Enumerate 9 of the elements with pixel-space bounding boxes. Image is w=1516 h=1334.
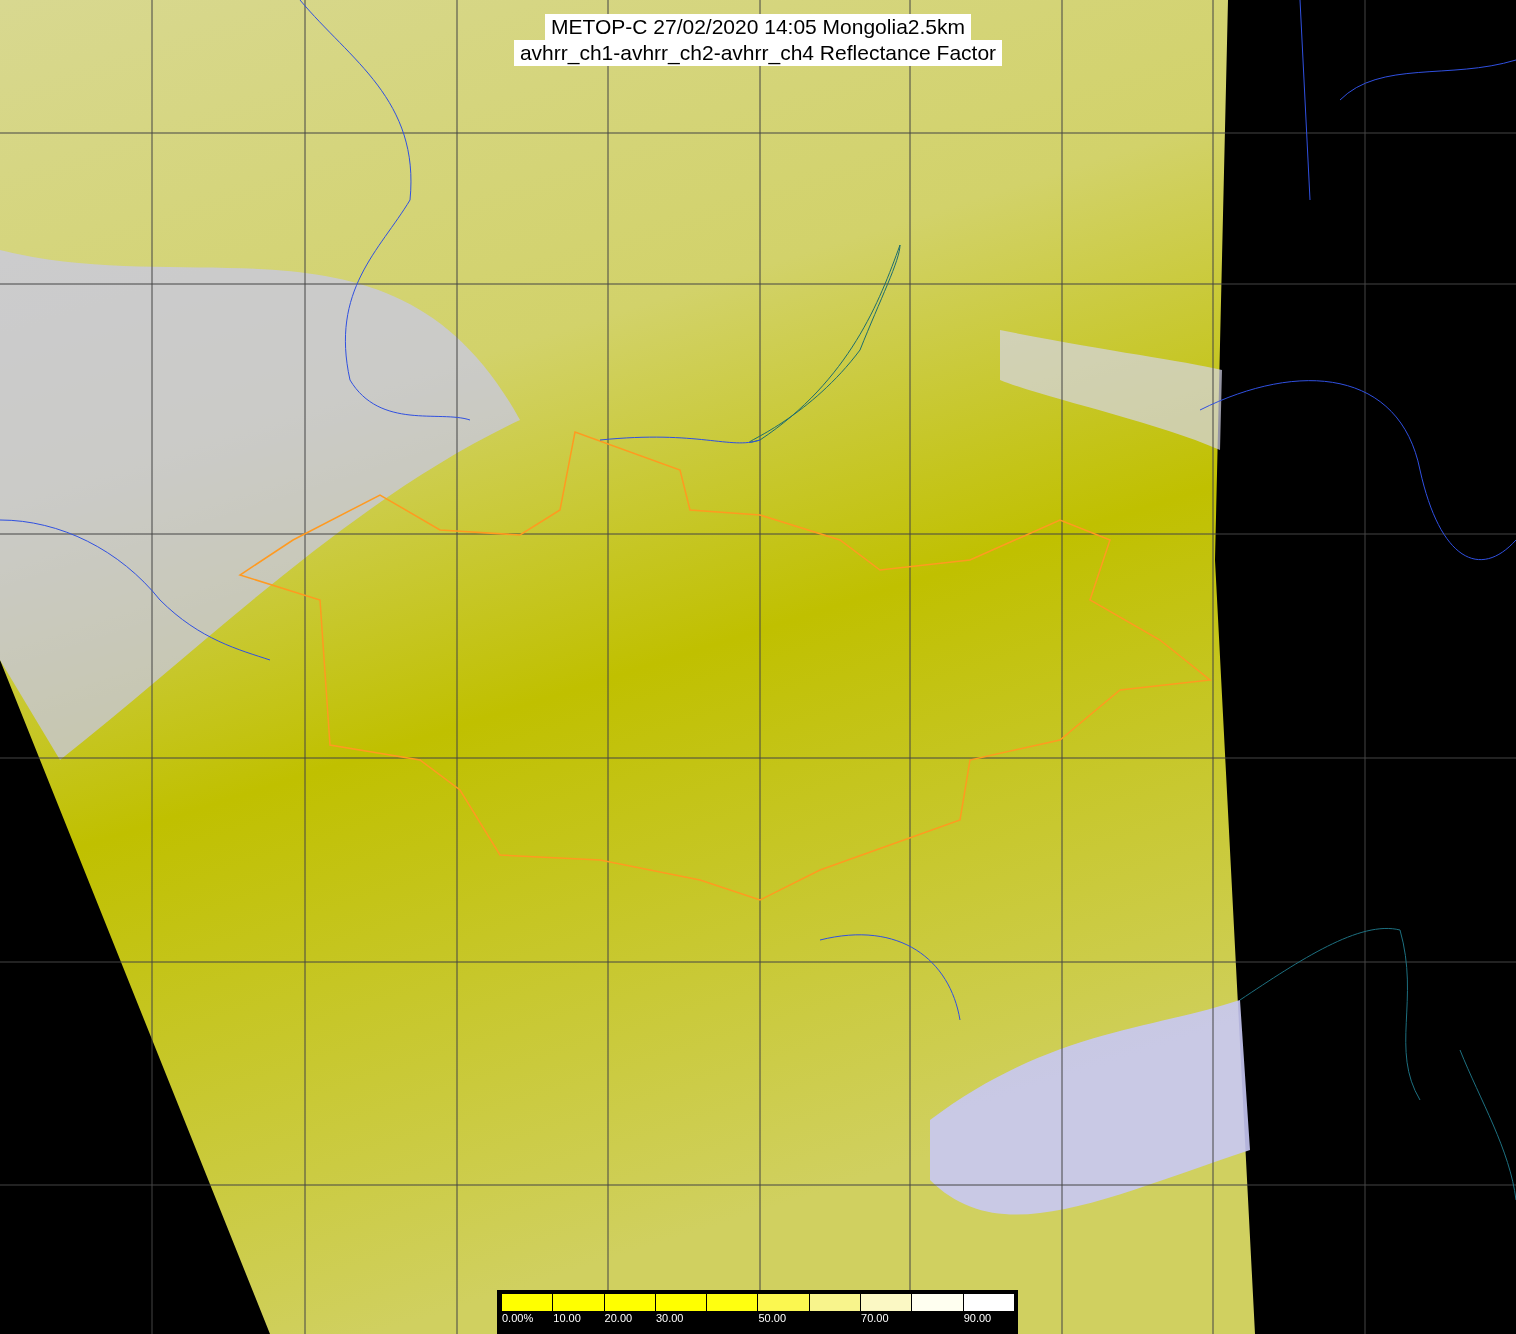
map-title: avhrr_ch1-avhrr_ch2-avhrr_ch4 Reflectance Factor [513, 40, 1003, 66]
scale-label: 50.00 [758, 1312, 786, 1324]
scale-label: 30.00 [655, 1312, 684, 1324]
scale-label: 10.00 [553, 1312, 581, 1324]
map-title: METOP-C 27/02/2020 14:05 Mongolia2.5km [545, 14, 971, 40]
scale-label: 0.00% [502, 1312, 534, 1324]
scale-label: 90.00 [963, 1312, 992, 1324]
scale-label: 20.00 [604, 1312, 633, 1324]
scale-label: 70.00 [861, 1312, 889, 1324]
